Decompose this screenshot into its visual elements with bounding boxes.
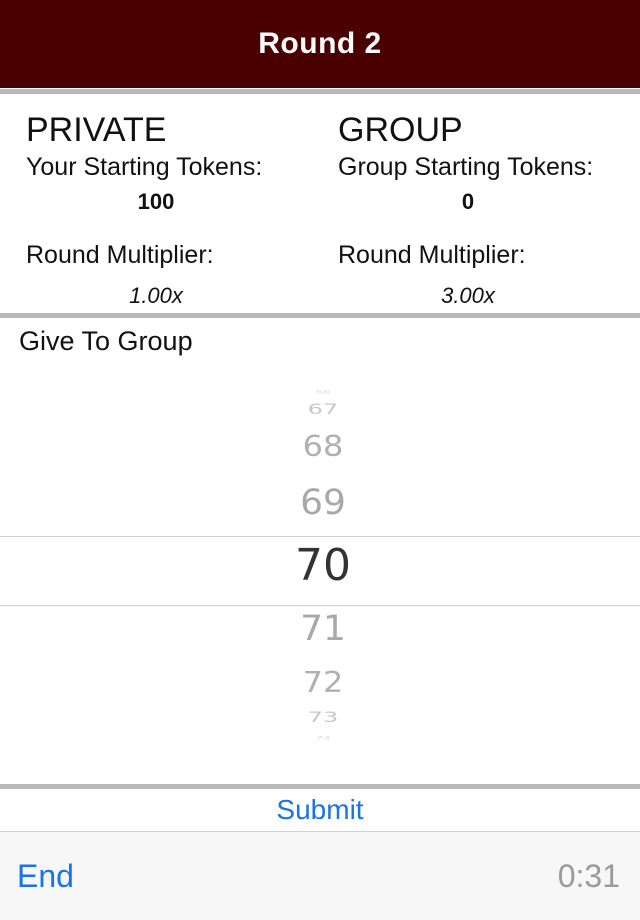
- bottom-toolbar: End 0:31: [0, 832, 640, 920]
- group-starting-label: Group Starting Tokens:: [338, 153, 594, 181]
- private-panel: PRIVATE Your Starting Tokens: 100 Round …: [26, 108, 326, 310]
- submit-bar: Submit: [0, 789, 640, 832]
- picker-item[interactable]: 68: [0, 432, 640, 460]
- group-multiplier-value: 3.00x: [441, 283, 495, 308]
- group-starting-value: 0: [461, 189, 475, 214]
- picker-item[interactable]: 71: [0, 612, 640, 647]
- picker-item[interactable]: 72: [0, 668, 640, 696]
- picker-item[interactable]: 66: [0, 390, 640, 394]
- divider-middle: [0, 313, 640, 318]
- picker-selection-line-top: [0, 536, 640, 537]
- picker-item[interactable]: 73: [0, 710, 640, 724]
- picker-item[interactable]: 69: [0, 486, 640, 521]
- give-to-group-title: Give To Group: [19, 326, 193, 356]
- token-picker[interactable]: 66 67 68 69 70 71 72 73 74: [0, 380, 640, 750]
- picker-item[interactable]: 67: [0, 402, 640, 416]
- submit-button[interactable]: Submit: [276, 794, 363, 826]
- page-title: Round 2: [258, 27, 382, 60]
- private-heading: PRIVATE: [26, 111, 167, 149]
- private-multiplier-label: Round Multiplier:: [26, 241, 214, 269]
- picker-item-selected[interactable]: 70: [0, 544, 640, 588]
- private-starting-label: Your Starting Tokens:: [26, 153, 263, 181]
- group-heading: GROUP: [338, 111, 463, 149]
- private-starting-value: 100: [137, 189, 175, 214]
- divider-top: [0, 89, 640, 94]
- group-multiplier-label: Round Multiplier:: [338, 241, 526, 269]
- picker-selection-line-bottom: [0, 605, 640, 606]
- private-multiplier-value: 1.00x: [129, 283, 183, 308]
- group-panel: GROUP Group Starting Tokens: 0 Round Mul…: [338, 108, 638, 310]
- picker-item[interactable]: 74: [0, 736, 640, 740]
- end-button[interactable]: End: [17, 858, 74, 895]
- nav-bar: Round 2: [0, 0, 640, 88]
- countdown-timer: 0:31: [557, 858, 620, 894]
